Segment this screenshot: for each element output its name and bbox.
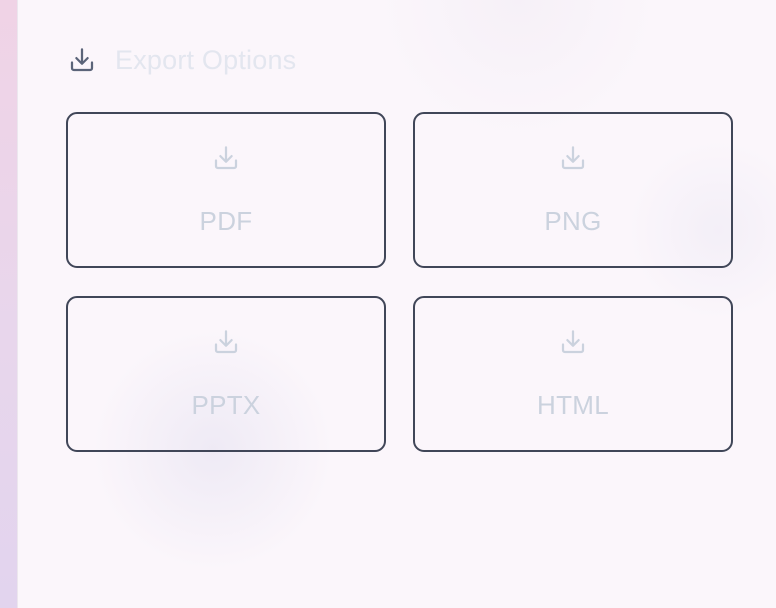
download-icon: [210, 142, 242, 174]
export-pdf-button[interactable]: PDF: [66, 112, 386, 268]
download-icon: [66, 44, 98, 76]
export-png-button[interactable]: PNG: [413, 112, 733, 268]
export-pptx-button[interactable]: PPTX: [66, 296, 386, 452]
export-header: Export Options: [66, 42, 296, 78]
export-options-title: Export Options: [115, 44, 297, 75]
export-format-label: PNG: [544, 206, 602, 236]
export-format-label: HTML: [537, 390, 609, 420]
left-sidebar-edge: [0, 0, 17, 608]
export-html-button[interactable]: HTML: [413, 296, 733, 452]
download-icon: [210, 326, 242, 358]
export-format-label: PPTX: [191, 390, 261, 420]
download-icon: [557, 326, 589, 358]
download-icon: [557, 142, 589, 174]
export-format-label: PDF: [199, 206, 253, 236]
